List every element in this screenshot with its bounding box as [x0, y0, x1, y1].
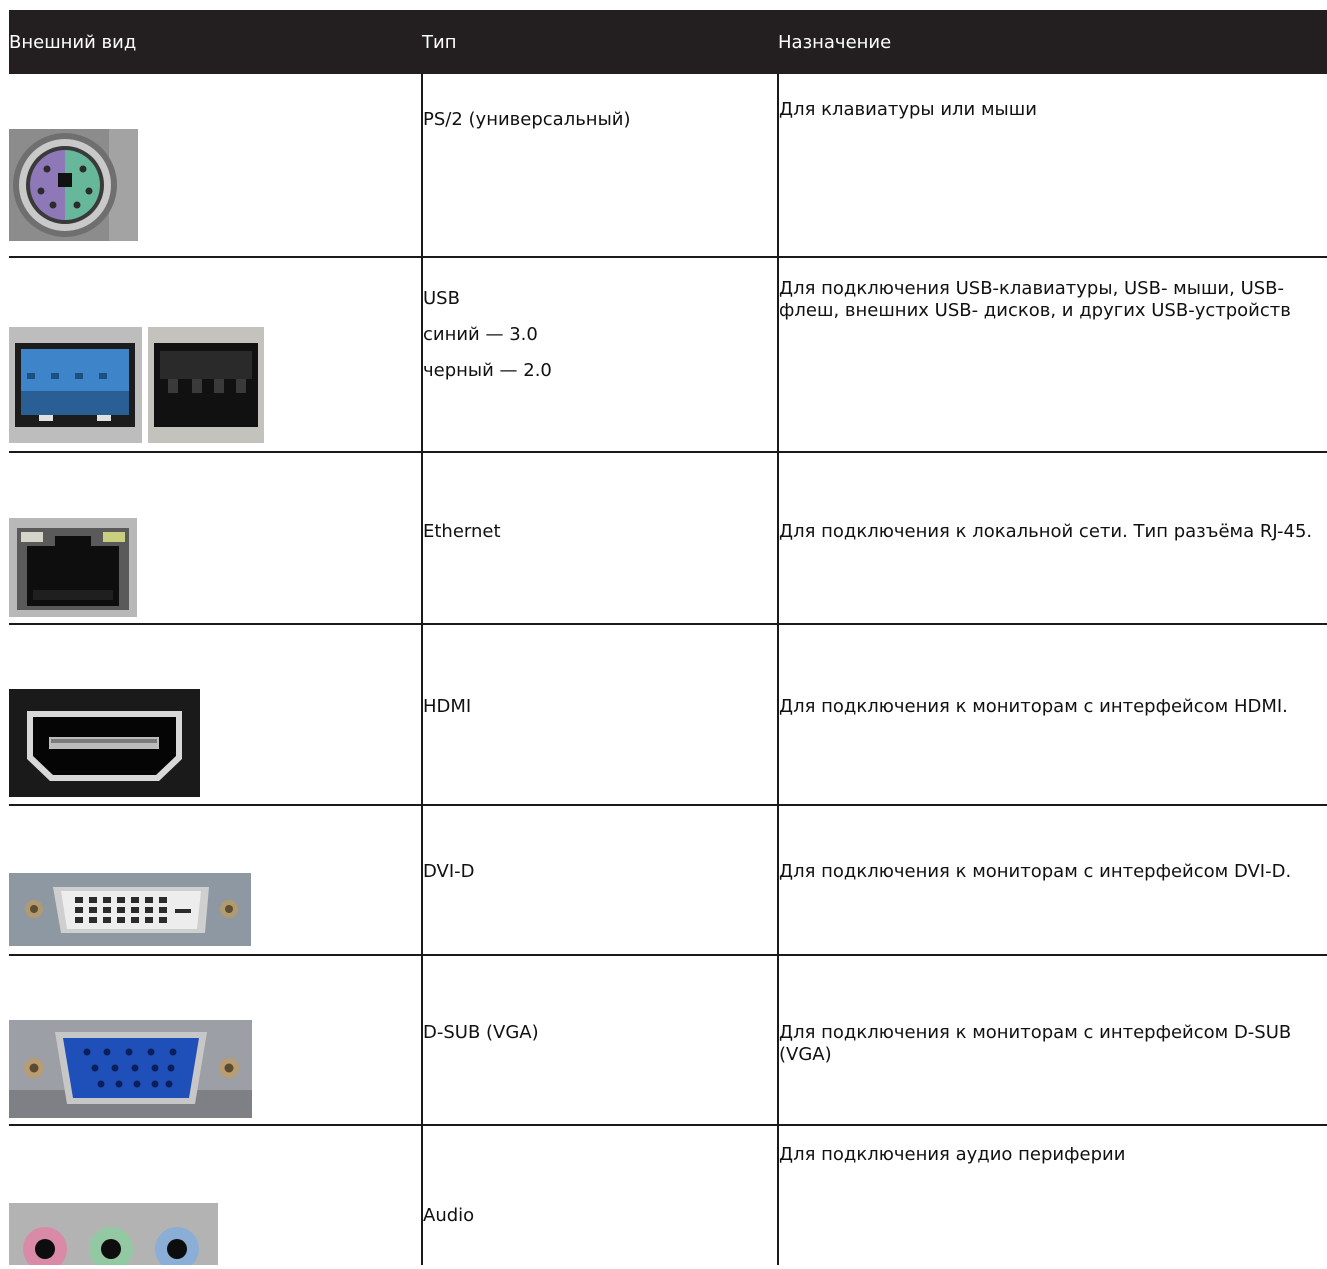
purpose-text: Для подключения аудио периферии	[779, 1144, 1126, 1165]
table-row: USB синий — 3.0 черный — 2.0 Для подключ…	[9, 257, 1327, 453]
hdmi-port-icon	[9, 633, 421, 797]
type-label: HDMI	[423, 695, 472, 717]
purpose-text: Для подключения к мониторам с интерфейсо…	[779, 861, 1292, 882]
table-header-row: Внешний вид Тип Назначение	[9, 10, 1327, 74]
header-type: Тип	[422, 10, 778, 74]
ps2-port-icon	[9, 89, 421, 241]
type-label: черный — 2.0	[423, 360, 552, 381]
table-row: DVI-D Для подключения к мониторам с инте…	[9, 805, 1327, 956]
purpose-text: Для подключения к локальной сети. Тип ра…	[779, 521, 1313, 542]
table-row: Ethernet Для подключения к локальной сет…	[9, 452, 1327, 625]
type-label: DVI-D	[423, 861, 475, 882]
vga-port-icon	[9, 962, 421, 1118]
type-label: PS/2 (универсальный)	[423, 109, 631, 130]
header-purpose: Назначение	[778, 10, 1327, 74]
type-label: D-SUB (VGA)	[423, 1022, 539, 1043]
purpose-text: Для подключения к мониторам с интерфейсо…	[779, 695, 1288, 717]
table-row: Audio Для подключения аудио периферии	[9, 1125, 1327, 1265]
purpose-text: Для клавиатуры или мыши	[779, 99, 1037, 120]
table-row: PS/2 (универсальный) Для клавиатуры или …	[9, 74, 1327, 258]
usb-port-icon	[9, 267, 421, 443]
ethernet-port-icon	[9, 460, 421, 617]
type-label: Ethernet	[423, 521, 501, 542]
purpose-text: Для подключения к мониторам с интерфейсо…	[779, 1022, 1292, 1065]
type-label: Audio	[423, 1204, 475, 1226]
table-row: D-SUB (VGA) Для подключения к мониторам …	[9, 955, 1327, 1126]
dvi-port-icon	[9, 815, 421, 946]
audio-jacks-icon	[9, 1203, 421, 1265]
purpose-text: Для подключения USB-клавиатуры, USB- мыш…	[779, 278, 1291, 321]
type-label: синий — 3.0	[423, 324, 538, 345]
connectors-table: Внешний вид Тип Назначение PS/2 (универс…	[9, 10, 1327, 1265]
header-appearance: Внешний вид	[9, 10, 422, 74]
type-label: USB	[423, 288, 460, 309]
table-row: HDMI Для подключения к мониторам с интер…	[9, 624, 1327, 806]
